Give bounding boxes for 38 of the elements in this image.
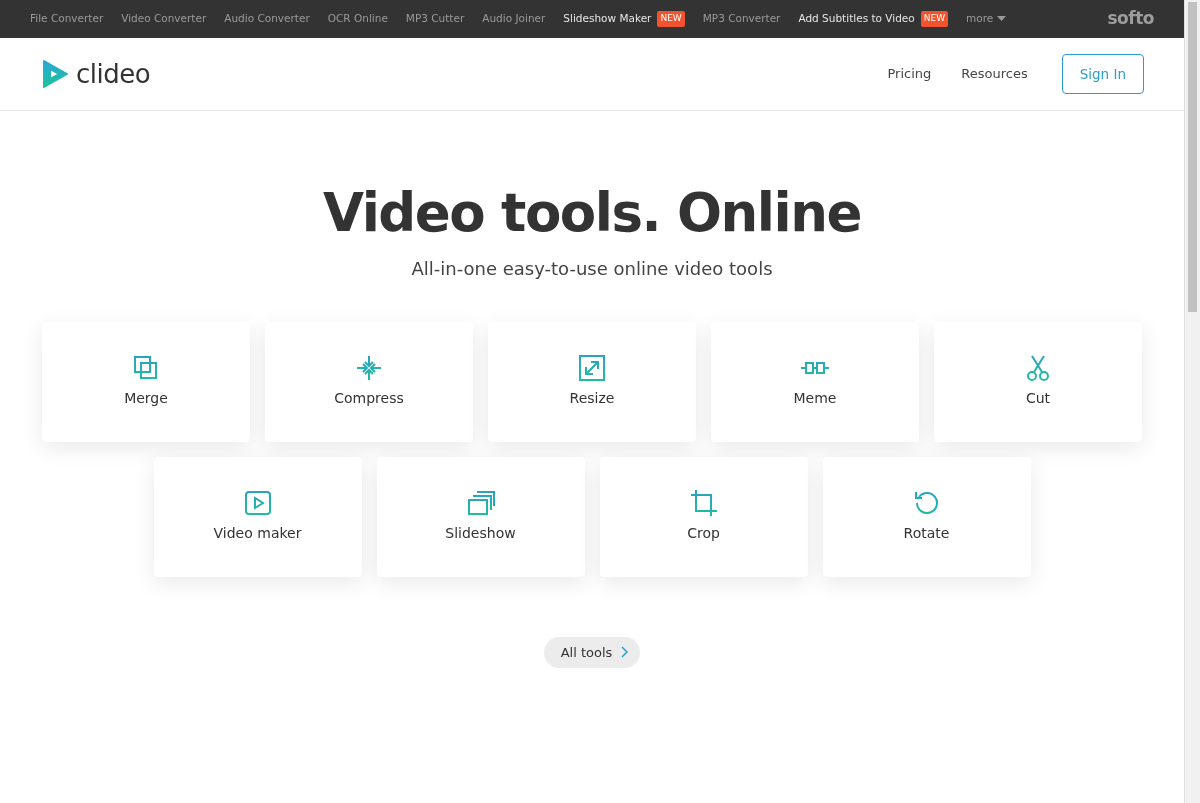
nav-link[interactable]: MP3 Cutter (405, 11, 465, 27)
all-tools-button[interactable]: All tools (543, 636, 641, 669)
nav-link[interactable]: MP3 Converter (702, 11, 781, 27)
brand-logo[interactable]: softo (1107, 6, 1154, 32)
nav-link[interactable]: Video Converter (121, 11, 207, 27)
nav-link[interactable]: Slideshow Maker (563, 11, 652, 27)
nav-link[interactable]: Add Subtitles to Video (798, 11, 915, 27)
stacked-frames-icon (466, 489, 495, 518)
tool-card[interactable]: Resize (488, 321, 696, 442)
tool-card[interactable]: Merge (42, 321, 250, 442)
new-badge: NEW (920, 11, 949, 27)
tool-card[interactable]: Video maker (153, 456, 362, 577)
tool-card[interactable]: Slideshow (376, 456, 585, 577)
tool-card[interactable]: Crop (599, 456, 808, 577)
tool-card[interactable]: Rotate (822, 456, 1031, 577)
logo-text[interactable]: clideo (76, 54, 151, 94)
nav-link[interactable]: Audio Converter (224, 11, 310, 27)
more-menu[interactable]: more (966, 11, 1007, 27)
new-badge: NEW (657, 11, 685, 27)
play-logo-icon (42, 59, 68, 89)
crop-icon (689, 489, 718, 518)
tool-card[interactable]: Compress (265, 321, 473, 442)
expand-arrows-icon (578, 354, 606, 383)
resources-link[interactable]: Resources (961, 64, 1028, 84)
nav-link[interactable]: Audio Joiner (482, 11, 546, 27)
nav-link[interactable]: File Converter (30, 11, 104, 27)
chevron-right-icon (620, 646, 629, 659)
arrows-inward-icon (355, 354, 383, 383)
page-title: Video tools. Online (322, 181, 862, 245)
tool-card[interactable]: Meme (711, 321, 919, 442)
tool-card[interactable]: Cut (934, 321, 1142, 442)
scissors-icon (1024, 354, 1052, 383)
pricing-link[interactable]: Pricing (887, 64, 932, 84)
caret-icon (997, 16, 1007, 22)
scrollbar-thumb[interactable] (1188, 2, 1197, 312)
subtitle: All-in-one easy-to-use online video tools (410, 256, 774, 281)
nav-link[interactable]: OCR Online (327, 11, 388, 27)
play-frame-icon (243, 489, 272, 518)
